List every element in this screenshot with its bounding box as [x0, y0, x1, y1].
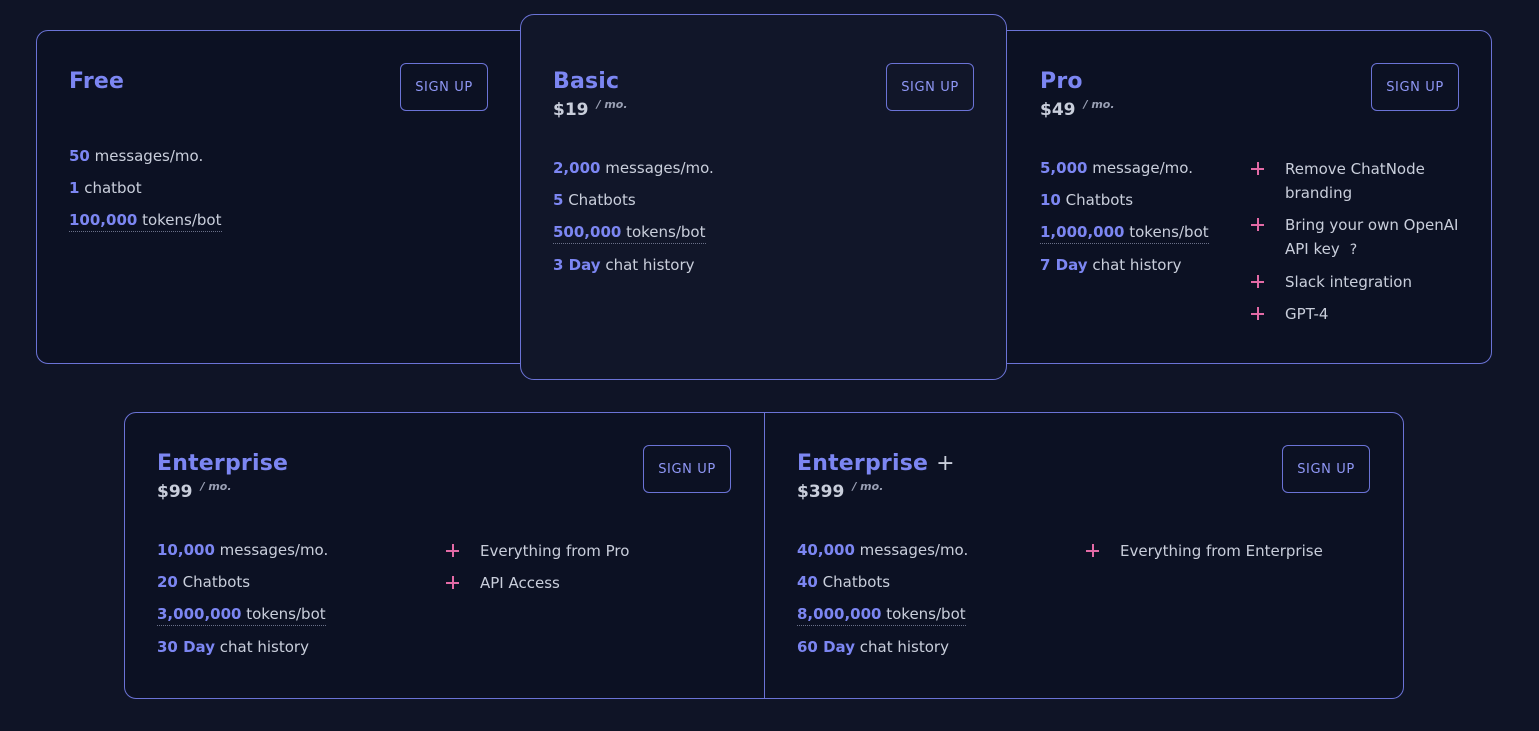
feature-item: 50 messages/mo. — [69, 147, 204, 165]
extra-item: API Access — [446, 571, 726, 595]
plan-divider — [764, 413, 765, 698]
enterprise-extras-list: Everything from Pro API Access — [446, 539, 726, 603]
plan-card-basic: Basic $19/ mo. SIGN UP 2,000 messages/mo… — [520, 14, 1007, 380]
free-feature-list: 50 messages/mo. 1 chatbot 100,000 tokens… — [69, 145, 222, 241]
feature-item-tokens[interactable]: 100,000 tokens/bot — [69, 209, 222, 241]
basic-feature-list: 2,000 messages/mo. 5 Chatbots 500,000 to… — [553, 157, 714, 286]
feature-item-tokens[interactable]: 1,000,000 tokens/bot — [1040, 221, 1209, 253]
basic-signup-button[interactable]: SIGN UP — [886, 63, 974, 111]
plus-icon — [1251, 270, 1265, 294]
extra-item: Remove ChatNode branding — [1251, 157, 1466, 205]
feature-item: 5 Chatbots — [553, 191, 636, 209]
feature-item: 60 Day chat history — [797, 638, 949, 656]
feature-item: 20 Chatbots — [157, 573, 251, 591]
plan-row-enterprise: Enterprise $99/ mo. SIGN UP 10,000 messa… — [124, 412, 1404, 699]
price-enterprise: $99/ mo. — [157, 480, 232, 502]
enterprise-feature-list: 10,000 messages/mo. 20 Chatbots 3,000,00… — [157, 539, 328, 668]
feature-item: 3 Day chat history — [553, 256, 695, 274]
pro-extras-list: Remove ChatNode branding Bring your own … — [1251, 157, 1466, 334]
feature-item: 5,000 message/mo. — [1040, 159, 1193, 177]
plan-name-enterprise: Enterprise — [157, 451, 289, 476]
help-icon[interactable]: ? — [1350, 242, 1357, 258]
pro-feature-list: 5,000 message/mo. 10 Chatbots 1,000,000 … — [1040, 157, 1209, 286]
plan-name-basic: Basic — [553, 69, 620, 94]
feature-item-tokens[interactable]: 3,000,000 tokens/bot — [157, 603, 328, 635]
enterprise-plus-signup-button[interactable]: SIGN UP — [1282, 445, 1370, 493]
price-pro: $49/ mo. — [1040, 98, 1115, 120]
extra-item: Everything from Enterprise — [1086, 539, 1376, 563]
plus-icon — [1086, 539, 1100, 563]
plan-name-pro: Pro — [1040, 69, 1083, 94]
extra-item: Bring your own OpenAI API key? — [1251, 213, 1466, 262]
enterprise-plus-extras-list: Everything from Enterprise — [1086, 539, 1376, 571]
extra-item: GPT-4 — [1251, 302, 1466, 326]
plus-icon — [1251, 213, 1265, 237]
pro-signup-button[interactable]: SIGN UP — [1371, 63, 1459, 111]
feature-item: 1 chatbot — [69, 179, 142, 197]
plus-icon — [446, 539, 460, 563]
extra-item: Everything from Pro — [446, 539, 726, 563]
extra-item: Slack integration — [1251, 270, 1466, 294]
plus-mark: + — [936, 451, 955, 476]
plus-icon — [446, 571, 460, 595]
plan-card-free: Free SIGN UP 50 messages/mo. 1 chatbot 1… — [36, 30, 536, 364]
plan-card-pro: Pro $49/ mo. SIGN UP 5,000 message/mo. 1… — [990, 30, 1492, 364]
plus-icon — [1251, 157, 1265, 181]
feature-item: 30 Day chat history — [157, 638, 309, 656]
plus-icon — [1251, 302, 1265, 326]
feature-item: 2,000 messages/mo. — [553, 159, 714, 177]
price-basic: $19/ mo. — [553, 98, 628, 120]
enterprise-plus-feature-list: 40,000 messages/mo. 40 Chatbots 8,000,00… — [797, 539, 968, 668]
plan-name-enterprise-plus: Enterprise + — [797, 451, 955, 476]
feature-item: 40 Chatbots — [797, 573, 891, 591]
price-enterprise-plus: $399/ mo. — [797, 480, 884, 502]
feature-item: 40,000 messages/mo. — [797, 541, 969, 559]
enterprise-signup-button[interactable]: SIGN UP — [643, 445, 731, 493]
feature-item: 10,000 messages/mo. — [157, 541, 329, 559]
pricing-page: Free SIGN UP 50 messages/mo. 1 chatbot 1… — [0, 0, 1539, 731]
feature-item: 10 Chatbots — [1040, 191, 1134, 209]
feature-item-tokens[interactable]: 500,000 tokens/bot — [553, 221, 714, 253]
feature-item-tokens[interactable]: 8,000,000 tokens/bot — [797, 603, 968, 635]
free-signup-button[interactable]: SIGN UP — [400, 63, 488, 111]
plan-name-free: Free — [69, 69, 125, 94]
feature-item: 7 Day chat history — [1040, 256, 1182, 274]
